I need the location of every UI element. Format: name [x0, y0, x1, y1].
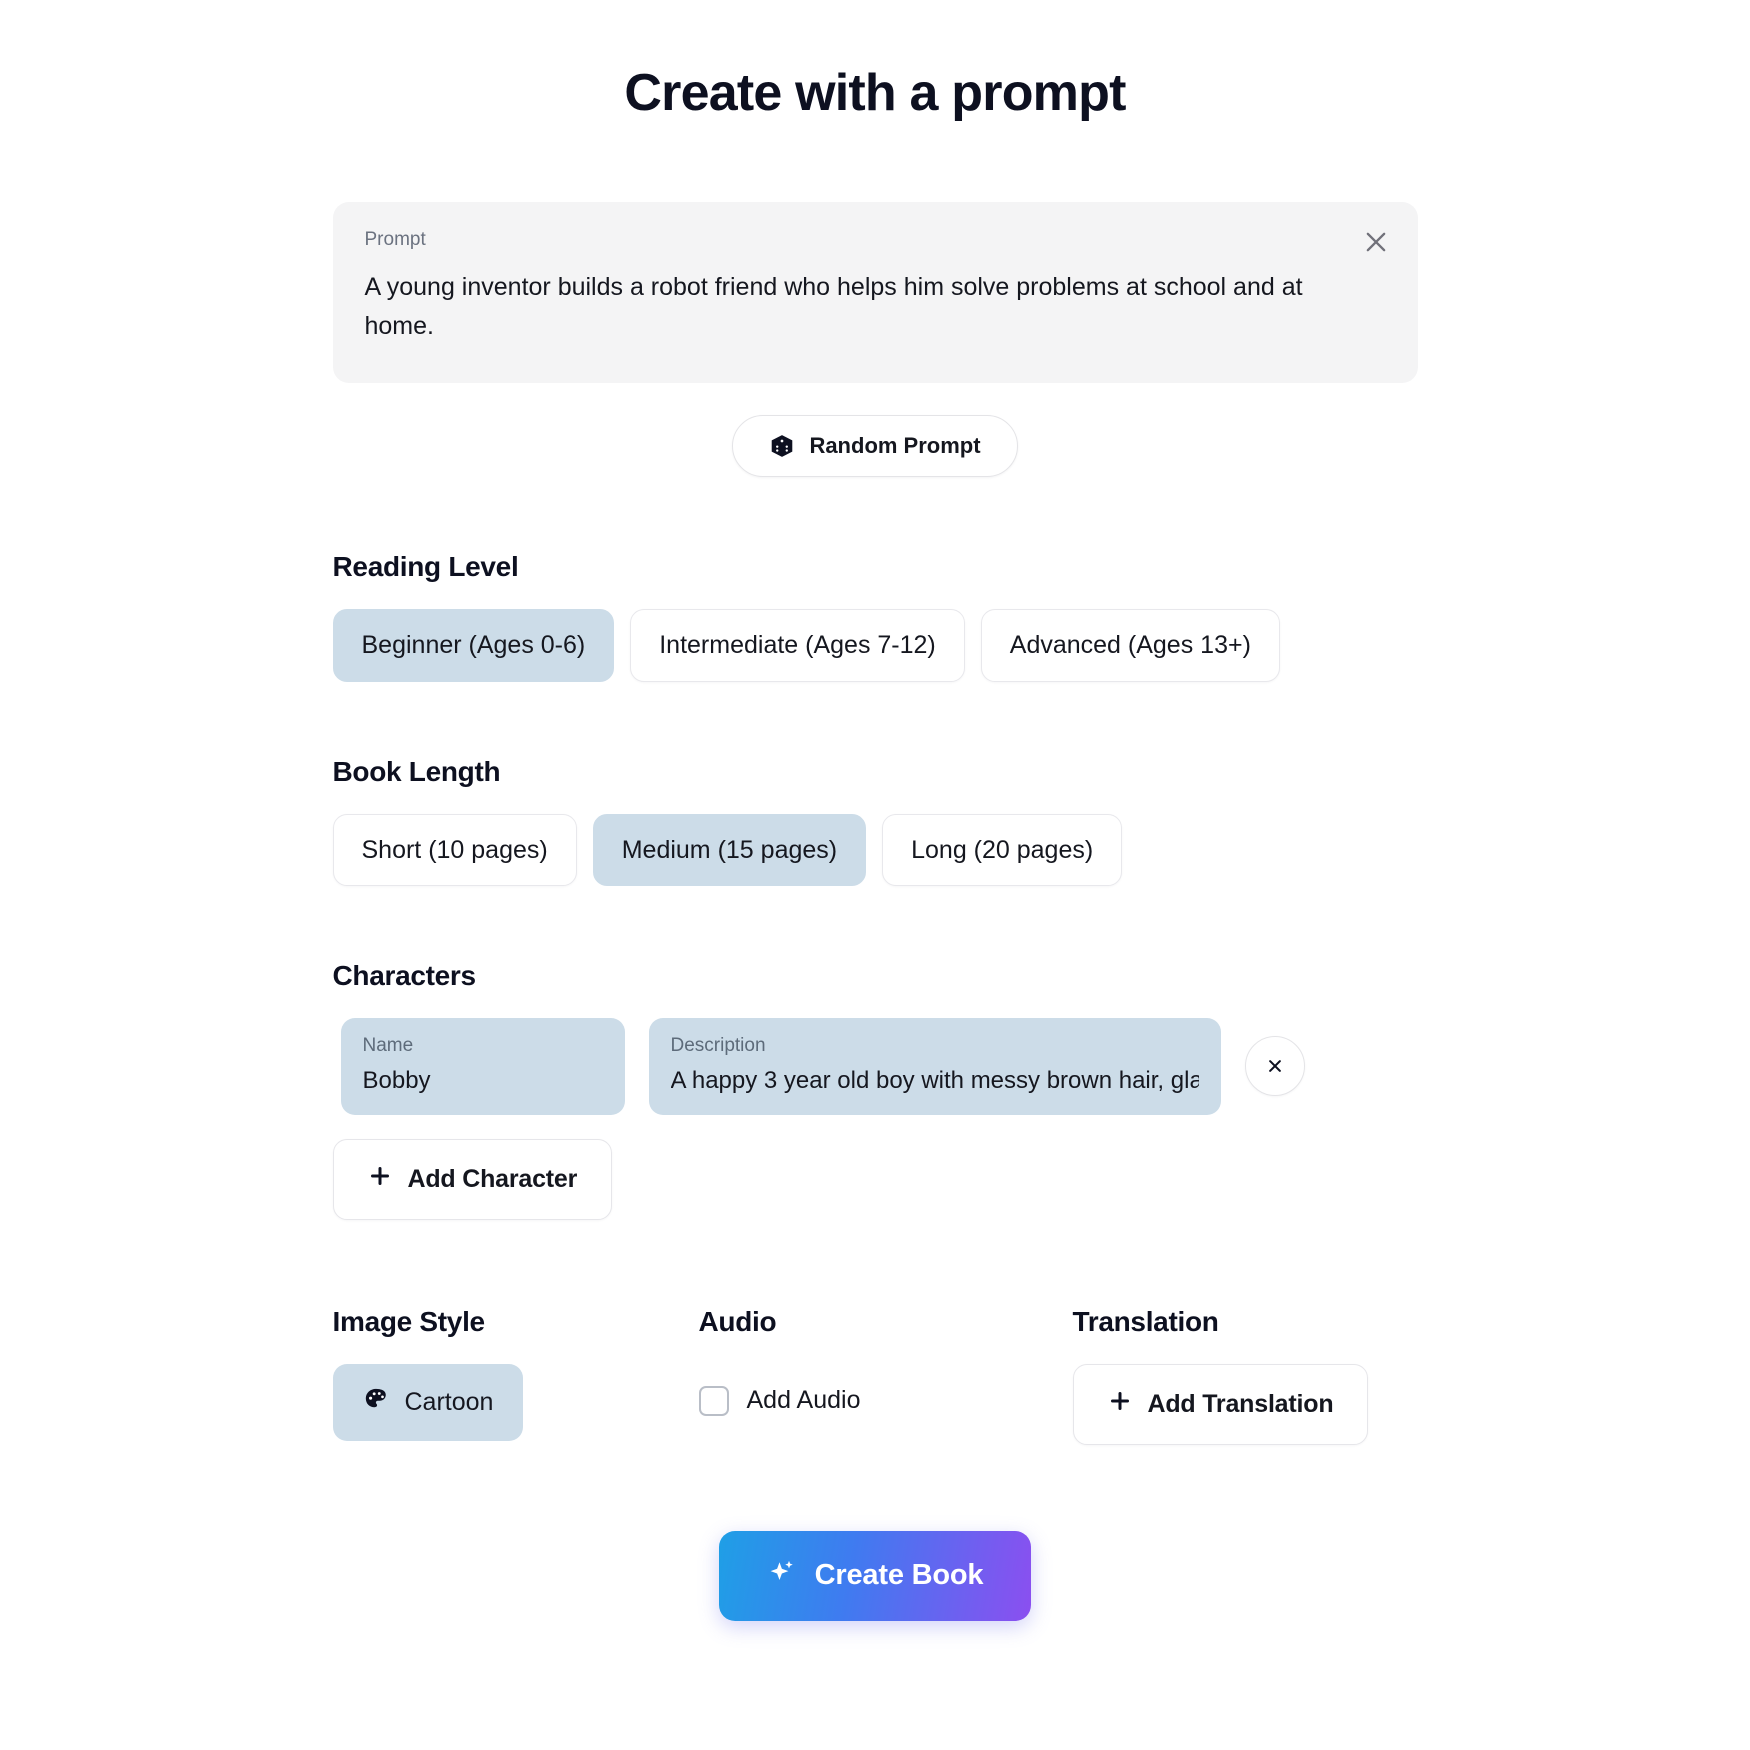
- prompt-label: Prompt: [364, 229, 426, 251]
- translation-column: Translation Add Translation: [1072, 1305, 1418, 1445]
- add-audio-checkbox-row[interactable]: Add Audio: [698, 1364, 1073, 1416]
- create-with-prompt-page: Create with a prompt Prompt A young inve…: [0, 0, 1750, 1750]
- reading-level-options: Beginner (Ages 0-6) Intermediate (Ages 7…: [332, 609, 1418, 682]
- random-prompt-row: Random Prompt: [333, 415, 1418, 478]
- audio-title: Audio: [698, 1305, 777, 1337]
- book-length-options: Short (10 pages) Medium (15 pages) Long …: [332, 813, 1418, 886]
- create-book-button[interactable]: Create Book: [718, 1530, 1032, 1621]
- submit-row: Create Book: [333, 1530, 1418, 1621]
- image-style-label: Cartoon: [404, 1387, 494, 1416]
- add-character-button[interactable]: Add Character: [332, 1138, 613, 1220]
- add-audio-checkbox[interactable]: [698, 1385, 729, 1416]
- image-style-title: Image Style: [332, 1305, 486, 1337]
- remove-character-button[interactable]: [1244, 1036, 1305, 1097]
- close-icon[interactable]: [1354, 220, 1398, 264]
- character-name-value: Bobby: [362, 1066, 431, 1094]
- book-length-title: Book Length: [332, 755, 501, 787]
- book-length-option-short[interactable]: Short (10 pages): [332, 813, 577, 886]
- audio-column: Audio Add Audio: [698, 1305, 1073, 1445]
- page-title: Create with a prompt: [624, 64, 1126, 122]
- add-character-label: Add Character: [407, 1164, 578, 1193]
- reading-level-title: Reading Level: [332, 551, 519, 583]
- plus-icon: [368, 1164, 392, 1195]
- reading-level-option-intermediate[interactable]: Intermediate (Ages 7-12): [630, 609, 965, 682]
- plus-icon: [1108, 1389, 1132, 1420]
- character-name-label: Name: [362, 1034, 414, 1056]
- form-container: Create with a prompt Prompt A young inve…: [332, 0, 1418, 1621]
- image-style-column: Image Style Cartoon: [332, 1305, 699, 1445]
- options-grid: Image Style Cartoon Audio Add Audio Tran…: [332, 1305, 1418, 1445]
- prompt-card: Prompt A young inventor builds a robot f…: [332, 202, 1418, 384]
- prompt-text[interactable]: A young inventor builds a robot friend w…: [365, 268, 1310, 346]
- add-character-row: Add Character: [332, 1138, 1418, 1220]
- reading-level-option-beginner[interactable]: Beginner (Ages 0-6): [332, 609, 615, 682]
- dice-icon: [769, 433, 795, 459]
- sparkle-icon: [767, 1557, 797, 1595]
- character-description-label: Description: [670, 1034, 766, 1056]
- add-translation-button[interactable]: Add Translation: [1072, 1363, 1369, 1445]
- image-style-option-cartoon[interactable]: Cartoon: [332, 1363, 524, 1441]
- character-row: Name Bobby Description A happy 3 year ol…: [333, 1017, 1418, 1115]
- random-prompt-label: Random Prompt: [809, 433, 981, 459]
- characters-title: Characters: [332, 959, 477, 991]
- book-length-section: Book Length Short (10 pages) Medium (15 …: [332, 755, 1418, 886]
- book-length-option-medium[interactable]: Medium (15 pages): [592, 813, 867, 886]
- reading-level-option-advanced[interactable]: Advanced (Ages 13+): [980, 609, 1280, 682]
- character-description-value: A happy 3 year old boy with messy brown …: [670, 1066, 1199, 1094]
- translation-title: Translation: [1072, 1305, 1219, 1337]
- character-description-field[interactable]: Description A happy 3 year old boy with …: [648, 1017, 1221, 1115]
- palette-icon: [363, 1386, 389, 1419]
- book-length-option-long[interactable]: Long (20 pages): [882, 813, 1123, 886]
- add-translation-label: Add Translation: [1147, 1389, 1334, 1418]
- character-name-field[interactable]: Name Bobby: [340, 1017, 625, 1115]
- create-book-label: Create Book: [814, 1559, 984, 1592]
- random-prompt-button[interactable]: Random Prompt: [732, 415, 1018, 478]
- reading-level-section: Reading Level Beginner (Ages 0-6) Interm…: [332, 551, 1418, 682]
- add-audio-label: Add Audio: [746, 1386, 861, 1415]
- characters-section: Characters Name Bobby Description A happ…: [332, 959, 1418, 1220]
